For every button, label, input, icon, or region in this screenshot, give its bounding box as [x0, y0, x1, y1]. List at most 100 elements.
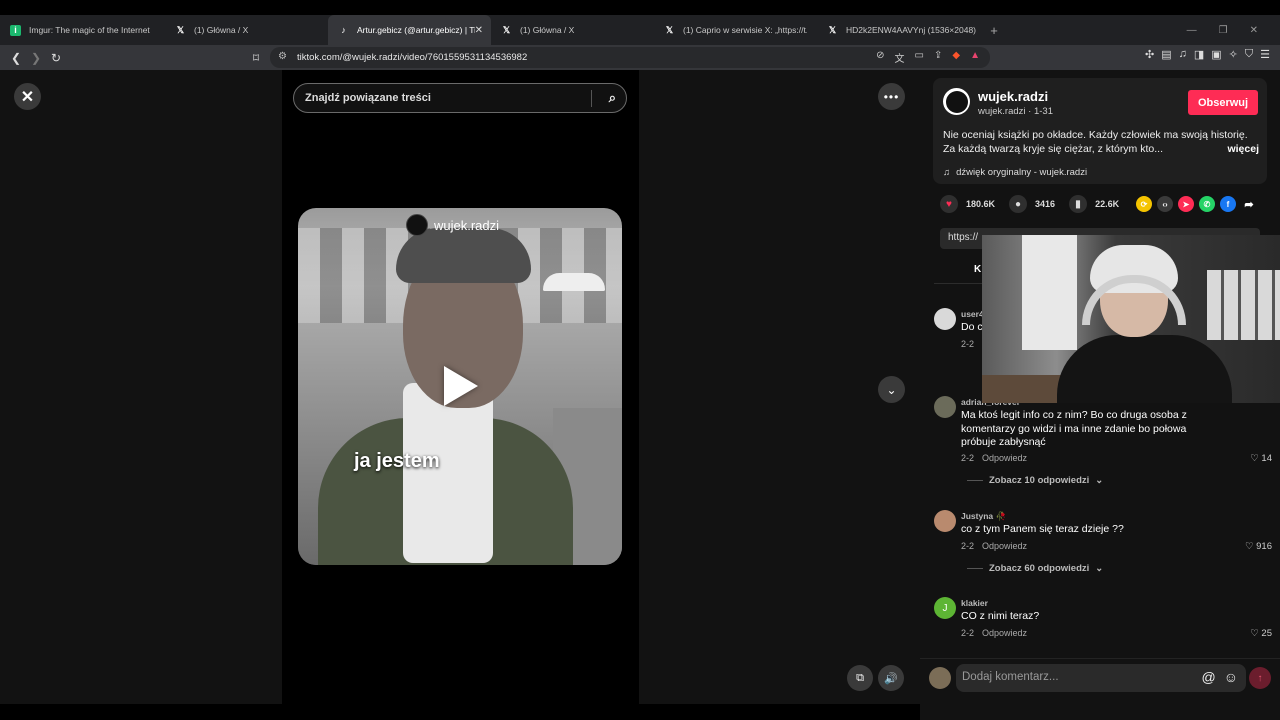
- comment-avatar[interactable]: [934, 308, 956, 330]
- comment-like[interactable]: ♡ 14: [1250, 453, 1272, 464]
- new-tab-button[interactable]: +: [982, 23, 1006, 38]
- view-replies-button[interactable]: Zobacz 60 odpowiedzi ⌄: [967, 563, 1103, 574]
- comment-input[interactable]: Dodaj komentarz... @ ☺: [956, 664, 1246, 692]
- comment-date: 2-2: [961, 339, 975, 349]
- extensions-row: ✣ ▤ ♫ ◨ ▣ ✧ ⛉ ☰: [1145, 48, 1270, 61]
- emoji-icon[interactable]: ☺: [1224, 669, 1238, 685]
- volume-button[interactable]: 🔊: [878, 665, 904, 691]
- view-replies-button[interactable]: Zobacz 10 odpowiedzi ⌄: [967, 475, 1103, 486]
- tab-label: HD2k2ENW4AAVYnj (1536×2048): [846, 25, 977, 35]
- leo-icon[interactable]: ✧: [1229, 48, 1238, 61]
- video-player[interactable]: wujek.radzi ja jestem: [298, 208, 622, 565]
- follow-button[interactable]: Obserwuj: [1188, 90, 1258, 115]
- tab-tiktok[interactable]: ♪ Artur.gebicz (@artur.gebicz) | Tik ✕: [328, 15, 491, 45]
- address-bar[interactable]: ⚙ tiktok.com/@wujek.radzi/video/76015595…: [270, 47, 990, 68]
- x-icon: 𝕏: [502, 24, 511, 35]
- author-subline: wujek.radzi · 1-31: [978, 106, 1053, 117]
- search-icon[interactable]: ⌕: [609, 90, 616, 106]
- send-to-friends-icon[interactable]: ➤: [1178, 196, 1194, 212]
- tab-x-caprio[interactable]: 𝕏 (1) Caprio w serwisie X: „https://t.co…: [654, 15, 817, 45]
- site-settings-icon[interactable]: ⚙: [278, 51, 287, 62]
- close-video-button[interactable]: ✕: [14, 83, 41, 110]
- play-icon[interactable]: [444, 366, 478, 406]
- x-icon: 𝕏: [665, 24, 674, 35]
- comment-text: co z tym Panem się teraz dzieje ??: [961, 523, 1124, 535]
- video-umbrella: [543, 273, 605, 291]
- close-tab-icon[interactable]: ✕: [475, 25, 483, 36]
- forward-icon[interactable]: ❯: [26, 48, 46, 68]
- extensions-icon[interactable]: ✣: [1145, 48, 1154, 61]
- menu-icon[interactable]: ☰: [1260, 48, 1270, 61]
- comment-user[interactable]: Justyna 🥀: [961, 511, 1006, 522]
- maximize-icon[interactable]: ❐: [1219, 25, 1228, 36]
- tab-x-home[interactable]: 𝕏 (1) Główna / X: [165, 15, 328, 45]
- repost-icon[interactable]: ⟳: [1136, 196, 1152, 212]
- sound-link[interactable]: ♫ dźwięk oryginalny - wujek.radzi: [943, 167, 1087, 178]
- share-icons: ⟳ ‹› ➤ ✆ f ➦: [1136, 196, 1257, 212]
- next-video-button[interactable]: ⌄: [878, 376, 905, 403]
- pip-button[interactable]: ⧉: [847, 665, 873, 691]
- author-avatar[interactable]: [943, 88, 970, 115]
- wallet-icon[interactable]: ▣: [1211, 48, 1221, 61]
- brave-shield-icon[interactable]: ◆: [952, 50, 960, 65]
- share-arrow-icon[interactable]: ➦: [1241, 196, 1257, 212]
- replies-line: [967, 480, 983, 481]
- bookmark-icon[interactable]: ⌑: [246, 48, 266, 68]
- sound-label: dźwięk oryginalny - wujek.radzi: [956, 167, 1088, 178]
- more-link[interactable]: więcej: [1223, 142, 1259, 156]
- related-search-input[interactable]: Znajdź powiązane treści ⌕: [293, 83, 627, 113]
- comment-meta: 2-2: [961, 339, 974, 349]
- video-panel: ✕ ••• ⌄ Znajdź powiązane treści ⌕ wujek.…: [0, 70, 920, 704]
- tab-label: (1) Główna / X: [520, 25, 575, 35]
- comment-avatar[interactable]: J: [934, 597, 956, 619]
- video-column: Znajdź powiązane treści ⌕ wujek.radzi ja: [282, 70, 639, 704]
- translate-icon[interactable]: 文: [895, 50, 905, 65]
- media-icon[interactable]: ♫: [1179, 48, 1187, 61]
- comment-avatar[interactable]: [934, 510, 956, 532]
- vpn-icon[interactable]: ⛉: [1245, 48, 1253, 61]
- engagement-bar: ♥ 180.6K ● 3416 ▮ 22.6K: [940, 195, 1119, 213]
- brave-rewards-icon[interactable]: ▲: [970, 50, 980, 65]
- reply-button[interactable]: Odpowiedz: [982, 453, 1027, 463]
- like-icon[interactable]: ♥: [940, 195, 958, 213]
- reload-icon[interactable]: ↻: [46, 48, 66, 68]
- reply-button[interactable]: Odpowiedz: [982, 541, 1027, 551]
- tab-comments[interactable]: K: [974, 264, 981, 275]
- search-divider: [591, 90, 592, 107]
- close-window-icon[interactable]: ✕: [1250, 25, 1258, 36]
- tab-label: Artur.gebicz (@artur.gebicz) | Tik: [357, 25, 475, 35]
- comment-like[interactable]: ♡ 25: [1250, 628, 1272, 639]
- comment-item: Justyna 🥀 co z tym Panem się teraz dziej…: [934, 510, 1272, 575]
- cast-icon[interactable]: ▭: [915, 50, 924, 65]
- comment-like[interactable]: ♡ 916: [1245, 541, 1272, 552]
- comment-icon[interactable]: ●: [1009, 195, 1028, 213]
- save-count: 22.6K: [1095, 199, 1120, 209]
- share-icon[interactable]: ⇪: [934, 50, 942, 65]
- back-icon[interactable]: ❮: [6, 48, 26, 68]
- tab-x-image[interactable]: 𝕏 HD2k2ENW4AAVYnj (1536×2048): [817, 15, 982, 45]
- author-username[interactable]: wujek.radzi: [978, 89, 1048, 104]
- chevron-down-icon: ⌄: [1095, 475, 1104, 486]
- no-tracking-icon[interactable]: ⊘: [876, 50, 884, 65]
- bookmark-icon[interactable]: ▮: [1069, 195, 1088, 213]
- more-options-button[interactable]: •••: [878, 83, 905, 110]
- tab-label: Imgur: The magic of the Internet: [29, 25, 150, 35]
- embed-icon[interactable]: ‹›: [1157, 196, 1173, 212]
- whatsapp-icon[interactable]: ✆: [1199, 196, 1215, 212]
- sidebar-icon[interactable]: ◨: [1194, 48, 1204, 61]
- reply-button[interactable]: Odpowiedz: [982, 628, 1027, 638]
- tab-imgur[interactable]: i Imgur: The magic of the Internet: [0, 15, 165, 45]
- facebook-icon[interactable]: f: [1220, 196, 1236, 212]
- x-icon: 𝕏: [176, 24, 185, 35]
- comment-user[interactable]: user4: [961, 309, 984, 319]
- comment-composer: Dodaj komentarz... @ ☺ ↑: [920, 658, 1280, 704]
- comment-avatar[interactable]: [934, 396, 956, 418]
- tab-x-home-2[interactable]: 𝕏 (1) Główna / X: [491, 15, 654, 45]
- comment-user[interactable]: klakier: [961, 598, 988, 608]
- minimize-icon[interactable]: —: [1187, 25, 1197, 36]
- send-comment-button[interactable]: ↑: [1249, 667, 1271, 689]
- mention-icon[interactable]: @: [1201, 669, 1215, 685]
- reader-icon[interactable]: ▤: [1161, 48, 1171, 61]
- comment-like-count: 14: [1261, 453, 1272, 464]
- view-replies-label: Zobacz 10 odpowiedzi: [989, 475, 1090, 486]
